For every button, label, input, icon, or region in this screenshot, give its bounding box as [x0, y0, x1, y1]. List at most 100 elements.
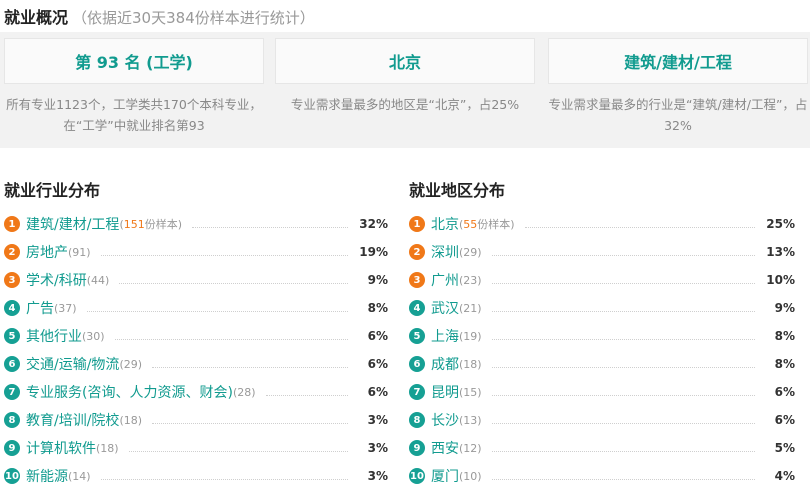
region-name-link[interactable]: 武汉	[431, 298, 459, 318]
region-name-link[interactable]: 厦门	[431, 466, 459, 486]
sample-count: (10)	[459, 469, 482, 483]
rank-card: 第 93 名 (工学)	[4, 38, 264, 84]
sample-count: (13)	[459, 413, 482, 427]
dotted-leader	[265, 394, 348, 396]
dotted-leader	[524, 226, 755, 228]
rank-badge: 3	[4, 272, 20, 288]
rank-badge: 2	[4, 244, 20, 260]
rank-badge: 9	[4, 440, 20, 456]
percentage: 9%	[367, 273, 388, 287]
rank-badge: 5	[409, 328, 425, 344]
region-item: 3 广州 (23) 10%	[409, 266, 795, 294]
percentage: 5%	[774, 441, 795, 455]
rank-badge: 7	[409, 384, 425, 400]
percentage: 6%	[774, 413, 795, 427]
industry-name-link[interactable]: 学术/科研	[26, 270, 87, 290]
percentage: 4%	[774, 469, 795, 483]
percentage: 3%	[367, 413, 388, 427]
summary-panel: 第 93 名 (工学) 北京 建筑/建材/工程 所有专业1123个，工学类共17…	[0, 32, 810, 148]
percentage: 32%	[359, 217, 388, 231]
industry-item: 1 建筑/建材/工程 (151份样本) 32%	[4, 210, 388, 238]
industry-item: 7 专业服务(咨询、人力资源、财会) (28) 6%	[4, 378, 388, 406]
industry-item: 5 其他行业 (30) 6%	[4, 322, 388, 350]
page-subtitle: （依据近30天384份样本进行统计）	[72, 9, 315, 27]
industry-name-link[interactable]: 房地产	[26, 242, 68, 262]
percentage: 19%	[359, 245, 388, 259]
industry-name-link[interactable]: 计算机软件	[26, 438, 96, 458]
rank-badge: 6	[4, 356, 20, 372]
dotted-leader	[114, 338, 348, 340]
industry-name-link[interactable]: 教育/培训/院校	[26, 410, 119, 430]
rank-badge: 3	[409, 272, 425, 288]
dotted-leader	[128, 450, 348, 452]
percentage: 3%	[367, 441, 388, 455]
region-name-link[interactable]: 昆明	[431, 382, 459, 402]
sample-count: (28)	[232, 385, 256, 399]
percentage: 6%	[774, 385, 795, 399]
rank-description: 所有专业1123个，工学类共170个本科专业，在“工学”中就业排名第93	[6, 97, 262, 133]
sample-count: (21)	[459, 301, 482, 315]
rank-badge: 10	[409, 468, 425, 484]
region-distribution: 就业地区分布 1 北京 (55份样本) 25% 2 深圳 (29) 13% 3 广州 (23) 10%…	[409, 178, 795, 490]
dotted-leader	[100, 254, 348, 256]
dotted-leader	[119, 282, 348, 284]
region-name-link[interactable]: 上海	[431, 326, 459, 346]
percentage: 8%	[774, 357, 795, 371]
rank-badge: 4	[4, 300, 20, 316]
rank-badge: 7	[4, 384, 20, 400]
rank-badge: 8	[4, 412, 20, 428]
industry-list: 1 建筑/建材/工程 (151份样本) 32% 2 房地产 (91) 19% 3 学术/科研 (44…	[4, 210, 388, 490]
sample-count: (15)	[459, 385, 482, 399]
rank-badge: 6	[409, 356, 425, 372]
dotted-leader	[100, 478, 348, 480]
industry-name-link[interactable]: 广告	[26, 298, 54, 318]
sample-count: (44)	[86, 273, 110, 287]
industry-name-link[interactable]: 建筑/建材/工程	[26, 214, 119, 234]
sample-count: (30)	[82, 329, 105, 343]
industry-name-link[interactable]: 交通/运输/物流	[26, 354, 119, 374]
dotted-leader	[491, 310, 755, 312]
rank-badge: 2	[409, 244, 425, 260]
region-list: 1 北京 (55份样本) 25% 2 深圳 (29) 13% 3 广州 (23) 10% 4 武汉 (21)…	[409, 210, 795, 490]
top-industry-description: 专业需求量最多的行业是“建筑/建材/工程”，占32%	[548, 97, 808, 133]
region-item: 1 北京 (55份样本) 25%	[409, 210, 795, 238]
region-name-link[interactable]: 西安	[431, 438, 459, 458]
sample-count: (23)	[459, 273, 482, 287]
percentage: 3%	[367, 469, 388, 483]
industry-item: 2 房地产 (91) 19%	[4, 238, 388, 266]
percentage: 9%	[774, 301, 795, 315]
industry-item: 3 学术/科研 (44) 9%	[4, 266, 388, 294]
region-name-link[interactable]: 长沙	[431, 410, 459, 430]
rank-badge: 5	[4, 328, 20, 344]
region-item: 2 深圳 (29) 13%	[409, 238, 795, 266]
industry-name-link[interactable]: 其他行业	[26, 326, 82, 346]
region-name-link[interactable]: 北京	[431, 214, 459, 234]
sample-count: (91)	[68, 245, 91, 259]
dotted-leader	[491, 478, 755, 480]
region-name-link[interactable]: 深圳	[431, 242, 459, 262]
region-item: 10 厦门 (10) 4%	[409, 462, 795, 490]
top-industry-card: 建筑/建材/工程	[548, 38, 808, 84]
sample-count: (18)	[459, 357, 482, 371]
region-name-link[interactable]: 广州	[431, 270, 459, 290]
dotted-leader	[491, 254, 755, 256]
region-name-link[interactable]: 成都	[431, 354, 459, 374]
dotted-leader	[491, 338, 755, 340]
industry-item: 4 广告 (37) 8%	[4, 294, 388, 322]
sample-count: (55份样本)	[459, 218, 515, 231]
overview-header: 就业概况 （依据近30天384份样本进行统计）	[4, 4, 315, 28]
percentage: 25%	[766, 217, 795, 231]
industry-name-link[interactable]: 专业服务(咨询、人力资源、财会)	[26, 382, 233, 402]
dotted-leader	[152, 422, 348, 424]
dotted-leader	[192, 226, 348, 228]
sample-count: (14)	[68, 469, 91, 483]
sample-count-number: 55	[463, 218, 478, 231]
percentage: 10%	[766, 273, 795, 287]
sample-count: (29)	[459, 245, 482, 259]
region-item: 8 长沙 (13) 6%	[409, 406, 795, 434]
industry-item: 9 计算机软件 (18) 3%	[4, 434, 388, 462]
dotted-leader	[491, 366, 755, 368]
sample-count-number: 151	[123, 218, 145, 231]
industry-name-link[interactable]: 新能源	[26, 466, 68, 486]
percentage: 6%	[367, 357, 388, 371]
